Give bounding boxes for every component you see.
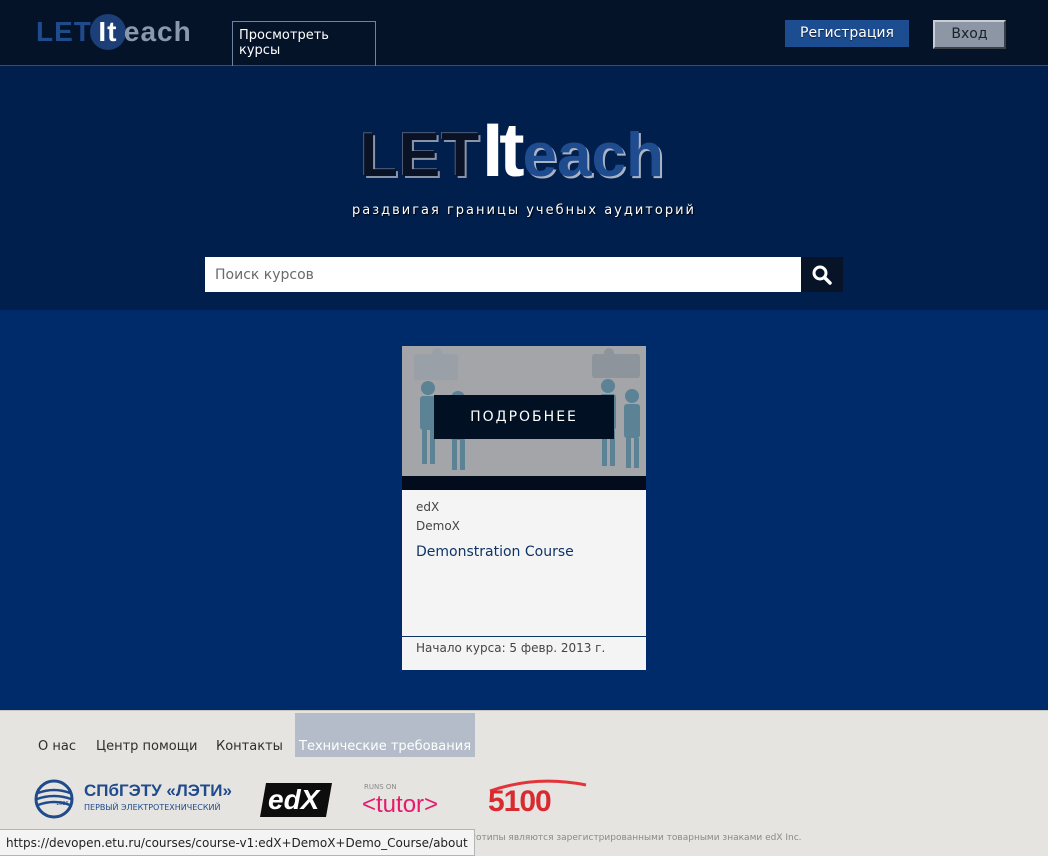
footer-link-help-center[interactable]: Центр помощи [96,739,197,754]
footer-link-contacts[interactable]: Контакты [216,739,283,754]
learn-more-button[interactable]: ПОДРОБНЕЕ [434,395,614,439]
partner-5100-logo[interactable]: 5100 [486,779,588,821]
hero-logo-let: LET [360,121,481,190]
search-icon [812,265,832,285]
course-card[interactable]: ПОДРОБНЕЕ edX DemoX Demonstration Course… [402,346,646,670]
logo-part-it: It [89,14,126,50]
leti-year: 1886 [56,801,69,807]
search-button[interactable] [801,257,843,292]
leti-name: СПбГЭТУ «ЛЭТИ» [84,781,232,800]
leti-emblem-icon [34,779,74,819]
edx-logo-text: edX [268,784,320,815]
hero-logo-each: each [522,121,664,190]
browse-courses-tab[interactable]: Просмотреть курсы [232,21,376,66]
login-button[interactable]: Вход [933,20,1006,49]
footer-link-tech-requirements[interactable]: Технические требования [295,713,476,757]
course-org: edX [416,500,440,514]
tutor-runs-on: RUNS ON [364,783,397,791]
course-number: DemoX [416,519,460,533]
top-navigation: LET It each Просмотреть курсы Регистрация … [0,0,1048,66]
logo-part-let: LET [36,16,92,47]
p5100-text: 5100 [488,785,552,818]
course-title[interactable]: Demonstration Course [416,544,574,560]
course-image-bar [402,476,646,490]
hero-section: LETIteach раздвигая границы учебных ауди… [0,66,1048,310]
legal-notice: логотипы являются зарегистрированными то… [460,833,802,843]
card-divider [402,636,646,637]
leti-subtitle: ПЕРВЫЙ ЭЛЕКТРОТЕХНИЧЕСКИЙ [84,803,221,812]
site-logo[interactable]: LET It each [36,12,206,52]
partner-edx-logo[interactable]: edX [260,781,332,819]
logo-part-each: each [123,16,192,47]
hero-logo: LETIteach [360,113,700,191]
tutor-logo-text: <tutor> [362,791,439,818]
status-bar-url: https://devopen.etu.ru/courses/course-v1… [0,829,475,856]
hero-logo-it: It [482,108,524,193]
course-image[interactable]: ПОДРОБНЕЕ [402,346,646,476]
hero-tagline: раздвигая границы учебных аудиторий [352,203,696,218]
course-start-date: Начало курса: 5 февр. 2013 г. [416,641,606,655]
course-search-input[interactable] [205,257,801,292]
footer-link-about[interactable]: О нас [38,739,76,754]
partner-leti-logo[interactable]: 1886 СПбГЭТУ «ЛЭТИ» ПЕРВЫЙ ЭЛЕКТРОТЕХНИЧ… [34,779,244,819]
partner-tutor-logo[interactable]: RUNS ON <tutor> [362,781,462,821]
register-button[interactable]: Регистрация [785,20,909,47]
